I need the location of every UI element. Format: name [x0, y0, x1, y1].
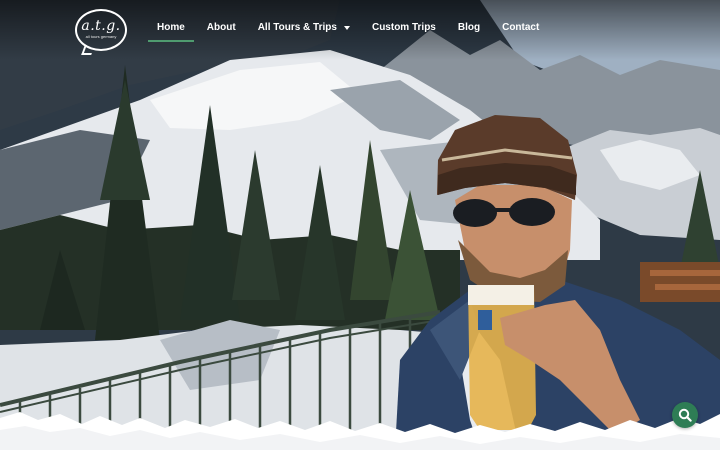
- magnifier-icon: [678, 408, 692, 422]
- torn-snow-edge: [0, 412, 720, 450]
- search-button[interactable]: [672, 402, 698, 428]
- hero-section: a.t.g. all tours germany Home About All …: [0, 0, 720, 450]
